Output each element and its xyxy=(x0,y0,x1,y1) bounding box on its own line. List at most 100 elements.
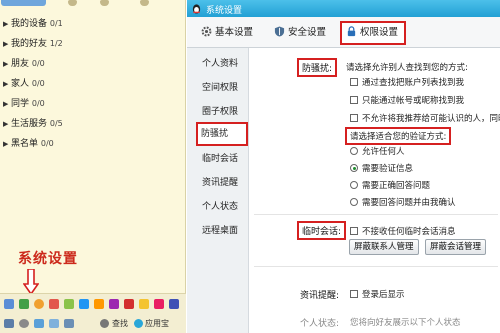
section-divider xyxy=(254,266,498,267)
contact-group-family[interactable]: ▶ 家人 0/0 xyxy=(0,74,186,94)
search-label[interactable]: 查找 xyxy=(112,318,128,329)
sidebar-item-circle-permission[interactable]: 圈子权限 xyxy=(187,100,249,124)
contact-group-friends[interactable]: ▶ 我的好友 1/2 xyxy=(0,34,186,54)
app-icon[interactable] xyxy=(169,299,179,309)
contacts-tab[interactable] xyxy=(1,0,46,6)
personal-status-label: 个人状态: xyxy=(300,319,340,329)
group-name: 黑名单 xyxy=(11,139,39,149)
checkbox[interactable] xyxy=(350,96,358,104)
contact-group-devices[interactable]: ▶ 我的设备 0/1 xyxy=(0,14,186,34)
message-manager-icon[interactable] xyxy=(34,319,44,328)
verify-option-label: 需要回答问题并由我确认 xyxy=(362,198,456,208)
expand-arrow-icon: ▶ xyxy=(3,80,9,88)
app-center-label[interactable]: 应用宝 xyxy=(145,318,169,329)
checkbox[interactable] xyxy=(350,290,358,298)
panel-tab-strip xyxy=(0,0,186,10)
tab-label: 基本设置 xyxy=(215,27,254,38)
gear-icon[interactable] xyxy=(19,319,29,328)
shield-icon xyxy=(274,26,285,37)
find-option-label: 通过查找把账户列表找到我 xyxy=(362,78,465,88)
info-reminder-option[interactable]: 登录后显示 xyxy=(350,288,405,300)
group-name: 生活服务 xyxy=(11,119,48,129)
star-tab-icon[interactable] xyxy=(140,0,149,6)
app-icon[interactable] xyxy=(154,299,164,309)
sidebar-item-remote-desktop[interactable]: 远程桌面 xyxy=(187,219,249,243)
group-count: 0/1 xyxy=(49,19,63,28)
group-name: 家人 xyxy=(11,79,30,89)
tab-permission-settings[interactable]: 权限设置 xyxy=(340,21,407,45)
contact-group-blacklist[interactable]: ▶ 黑名单 0/0 xyxy=(0,134,186,154)
sidebar-item-info-reminder[interactable]: 资讯提醒 xyxy=(187,171,249,195)
find-method-prompt: 请选择允许别人查找到您的方式: xyxy=(346,63,468,73)
sidebar-item-personal-status[interactable]: 个人状态 xyxy=(187,195,249,219)
tab-basic-settings[interactable]: 基本设置 xyxy=(201,21,253,45)
settings-window: 系统设置 基本设置 安全设置 权限设置 个人资料 空间权限 圈子权限 防骚扰 临… xyxy=(187,0,500,333)
sidebar-item-profile[interactable]: 个人资料 xyxy=(187,52,249,76)
find-option-3[interactable]: 不允许将我推荐给可能认识的人，同时 xyxy=(350,112,500,124)
find-option-1[interactable]: 通过查找把账户列表找到我 xyxy=(350,76,464,88)
verify-option-label: 需要正确回答问题 xyxy=(362,181,431,191)
app-icon[interactable] xyxy=(124,299,134,309)
radio-button[interactable] xyxy=(350,198,358,206)
app-icon[interactable] xyxy=(49,299,59,309)
app-icon[interactable] xyxy=(109,299,119,309)
person-tab-icon[interactable] xyxy=(68,0,77,6)
verify-option-4[interactable]: 需要回答问题并由我确认 xyxy=(350,196,456,208)
temp-session-label: 临时会话: xyxy=(297,221,347,240)
red-arrow-down-icon xyxy=(23,269,39,295)
app-icon[interactable] xyxy=(19,299,29,309)
group-name: 我的设备 xyxy=(11,19,48,29)
checkbox[interactable] xyxy=(350,78,358,86)
group-tab-icon[interactable] xyxy=(100,0,109,6)
checkbox[interactable] xyxy=(350,227,358,235)
app-icon[interactable] xyxy=(139,299,149,309)
blocked-sessions-button[interactable]: 屏蔽会话管理 xyxy=(425,239,487,255)
settings-tab-bar: 基本设置 安全设置 权限设置 xyxy=(187,17,500,48)
verify-option-1[interactable]: 允许任何人 xyxy=(350,145,405,157)
app-icon[interactable] xyxy=(34,299,44,309)
app-icon[interactable] xyxy=(64,299,74,309)
app-icon[interactable] xyxy=(4,299,14,309)
section-divider xyxy=(254,214,498,215)
tab-label: 安全设置 xyxy=(288,27,327,38)
contact-group-services[interactable]: ▶ 生活服务 0/5 xyxy=(0,114,186,134)
sidebar-item-temp-session[interactable]: 临时会话 xyxy=(187,147,249,171)
system-settings-annotation: 系统设置 xyxy=(18,251,78,267)
verify-method-prompt: 请选择适合您的验证方式: xyxy=(345,127,452,145)
temp-session-option[interactable]: 不接收任何临时会话消息 xyxy=(350,225,456,237)
group-count: 0/0 xyxy=(31,59,45,68)
blocked-contacts-button[interactable]: 屏蔽联系人管理 xyxy=(349,239,419,255)
radio-button[interactable] xyxy=(350,181,358,189)
folder-icon[interactable] xyxy=(64,319,74,328)
expand-arrow-icon: ▶ xyxy=(3,100,9,108)
verify-option-label: 允许任何人 xyxy=(362,147,405,157)
find-option-2[interactable]: 只能通过帐号或昵称找到我 xyxy=(350,94,464,106)
verify-option-3[interactable]: 需要正确回答问题 xyxy=(350,179,430,191)
file-icon[interactable] xyxy=(49,319,59,328)
radio-button-selected[interactable] xyxy=(350,164,358,172)
sidebar-item-anti-harassment[interactable]: 防骚扰 xyxy=(196,122,248,146)
search-icon[interactable] xyxy=(100,319,109,328)
lock-icon xyxy=(347,26,356,37)
contact-panel: ▶ 我的设备 0/1 ▶ 我的好友 1/2 ▶ 朋友 0/0 ▶ 家人 0/0 ▶ 同学 … xyxy=(0,0,186,333)
expand-arrow-icon: ▶ xyxy=(3,60,9,68)
app-icon[interactable] xyxy=(94,299,104,309)
group-count: 1/2 xyxy=(49,39,63,48)
group-count: 0/0 xyxy=(40,139,54,148)
menu-icon[interactable] xyxy=(4,319,14,328)
app-center-icon[interactable] xyxy=(134,319,143,328)
settings-sidebar: 个人资料 空间权限 圈子权限 防骚扰 临时会话 资讯提醒 个人状态 远程桌面 xyxy=(187,48,249,333)
checkbox[interactable] xyxy=(350,114,358,122)
temp-session-option-label: 不接收任何临时会话消息 xyxy=(362,227,456,237)
app-icon[interactable] xyxy=(79,299,89,309)
group-count: 0/5 xyxy=(49,119,63,128)
sidebar-item-space-permission[interactable]: 空间权限 xyxy=(187,76,249,100)
qq-penguin-icon xyxy=(192,4,201,14)
verify-option-2[interactable]: 需要验证信息 xyxy=(350,162,413,174)
contact-group-classmates[interactable]: ▶ 同学 0/0 xyxy=(0,94,186,114)
tab-security-settings[interactable]: 安全设置 xyxy=(274,21,326,45)
radio-button[interactable] xyxy=(350,147,358,155)
bottom-toolbar: 查找 应用宝 xyxy=(0,314,186,333)
contact-group-pengyou[interactable]: ▶ 朋友 0/0 xyxy=(0,54,186,74)
verify-option-label: 需要验证信息 xyxy=(362,164,414,174)
